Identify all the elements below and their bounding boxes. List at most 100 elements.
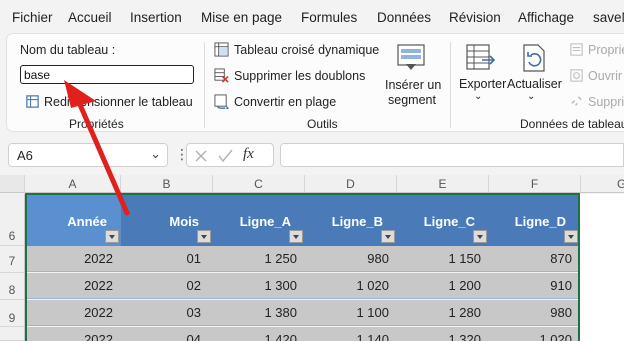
- menu-donnees[interactable]: Données: [377, 10, 431, 25]
- table-header-ligne-c[interactable]: Ligne_C: [397, 194, 489, 246]
- filter-dropdown-icon[interactable]: [105, 230, 119, 243]
- select-all-corner[interactable]: [0, 175, 25, 193]
- table-cell[interactable]: 1 420: [213, 327, 305, 341]
- header-label: Ligne_A: [239, 214, 291, 229]
- table-cell[interactable]: 02: [121, 273, 213, 299]
- unlink-icon: [571, 96, 582, 106]
- row-header-8[interactable]: 8: [0, 273, 25, 300]
- table-cell[interactable]: 1 300: [213, 273, 305, 299]
- column-header-b[interactable]: B: [121, 175, 213, 193]
- formula-controls: fx: [186, 143, 274, 167]
- table-header-ligne-d[interactable]: Ligne_D: [489, 194, 580, 246]
- unlink-button[interactable]: Suppri: [588, 95, 624, 109]
- menu-insertion[interactable]: Insertion: [130, 10, 182, 25]
- enter-check-icon[interactable]: [218, 149, 233, 163]
- remove-duplicates-icon: [214, 68, 229, 83]
- menu-affichage[interactable]: Affichage: [518, 10, 574, 25]
- refresh-button[interactable]: Actualiser: [507, 77, 562, 91]
- menu-fichier[interactable]: Fichier: [12, 10, 53, 25]
- header-label: Ligne_D: [514, 214, 566, 229]
- ribbon: Nom du tableau : Redimensionner le table…: [6, 33, 624, 132]
- menu-mise-en-page[interactable]: Mise en page: [201, 10, 282, 25]
- filter-dropdown-icon[interactable]: [289, 230, 303, 243]
- refresh-chevron-icon[interactable]: ⌄: [527, 91, 535, 102]
- table-header-ligne-b[interactable]: Ligne_B: [305, 194, 397, 246]
- export-chevron-icon[interactable]: ⌄: [474, 91, 482, 102]
- table-cell[interactable]: 01: [121, 246, 213, 272]
- row-header-9[interactable]: 9: [0, 300, 25, 327]
- header-label: Ligne_B: [331, 214, 383, 229]
- column-header-c[interactable]: C: [213, 175, 305, 193]
- column-header-e[interactable]: E: [397, 175, 489, 193]
- table-cell[interactable]: 1 150: [397, 246, 489, 272]
- table-name-input[interactable]: [20, 65, 194, 84]
- table-cell[interactable]: 1 140: [305, 327, 397, 341]
- export-icon: [466, 44, 496, 70]
- row-header-10[interactable]: [0, 327, 25, 341]
- table-cell[interactable]: 03: [121, 300, 213, 326]
- table-cell[interactable]: 1 020: [489, 327, 580, 341]
- table-cell[interactable]: 1 100: [305, 300, 397, 326]
- resize-table-button[interactable]: Redimensionner le tableau: [44, 95, 193, 109]
- pivot-table-button[interactable]: Tableau croisé dynamique: [234, 43, 379, 57]
- column-header-a[interactable]: A: [25, 175, 121, 193]
- properties-button[interactable]: Proprié: [588, 43, 624, 57]
- menu-formules[interactable]: Formules: [301, 10, 357, 25]
- table-cell[interactable]: 2022: [27, 246, 121, 272]
- refresh-icon: [523, 44, 545, 72]
- table-cell[interactable]: 2022: [27, 327, 121, 341]
- header-label: Année: [67, 214, 107, 229]
- filter-dropdown-icon[interactable]: [564, 230, 578, 243]
- chevron-down-icon[interactable]: ⌄: [150, 146, 161, 162]
- slicer-label-1[interactable]: Insérer un: [385, 78, 441, 92]
- slicer-label-2[interactable]: segment: [388, 93, 436, 107]
- table-name-label: Nom du tableau :: [20, 43, 116, 57]
- table-cell[interactable]: 1 280: [397, 300, 489, 326]
- column-header-g[interactable]: G: [581, 175, 624, 193]
- table-cell[interactable]: 870: [489, 246, 580, 272]
- formula-input[interactable]: [280, 143, 624, 167]
- header-label: Ligne_C: [423, 214, 475, 229]
- table-cell[interactable]: 2022: [27, 300, 121, 326]
- resize-table-icon: [26, 95, 39, 108]
- table-cell[interactable]: 910: [489, 273, 580, 299]
- table-cell[interactable]: 1 020: [305, 273, 397, 299]
- header-label: Mois: [169, 214, 199, 229]
- name-box[interactable]: A6 ⌄: [8, 143, 168, 167]
- filter-dropdown-icon[interactable]: [197, 230, 211, 243]
- table-cell[interactable]: 1 200: [397, 273, 489, 299]
- table-cell[interactable]: 1 250: [213, 246, 305, 272]
- column-header-d[interactable]: D: [305, 175, 397, 193]
- table-cell[interactable]: 980: [305, 246, 397, 272]
- menu-revision[interactable]: Révision: [449, 10, 501, 25]
- remove-duplicates-button[interactable]: Supprimer les doublons: [234, 69, 365, 83]
- table-cell[interactable]: 980: [489, 300, 580, 326]
- row-header-6[interactable]: 6: [0, 194, 25, 246]
- export-button[interactable]: Exporter: [459, 77, 506, 91]
- row-header-7[interactable]: 7: [0, 246, 25, 273]
- menu-bar: Fichier Accueil Insertion Mise en page F…: [0, 0, 624, 34]
- table-cell[interactable]: 1 380: [213, 300, 305, 326]
- open-browser-button[interactable]: Ouvrir: [588, 69, 622, 83]
- properties-group-label: Propriétés: [69, 117, 124, 131]
- cancel-icon[interactable]: [194, 149, 208, 163]
- table-cell[interactable]: 04: [121, 327, 213, 341]
- table-cell[interactable]: 1 320: [397, 327, 489, 341]
- table-header-mois[interactable]: Mois: [121, 194, 213, 246]
- convert-range-button[interactable]: Convertir en plage: [234, 95, 336, 109]
- filter-dropdown-icon[interactable]: [473, 230, 487, 243]
- table-header-annee[interactable]: Année: [27, 194, 121, 246]
- menu-accueil[interactable]: Accueil: [68, 10, 112, 25]
- menu-savem[interactable]: saveM: [593, 10, 624, 25]
- formula-bar: A6 ⌄ ⋮ fx: [0, 135, 624, 175]
- ribbon-separator: [450, 42, 451, 128]
- ribbon-separator: [204, 42, 205, 128]
- function-icon[interactable]: fx: [243, 146, 254, 163]
- properties-icon: [570, 43, 583, 56]
- column-header-f[interactable]: F: [489, 175, 581, 193]
- filter-dropdown-icon[interactable]: [381, 230, 395, 243]
- tools-group-label: Outils: [307, 117, 338, 131]
- column-g-cells[interactable]: [580, 194, 624, 341]
- table-cell[interactable]: 2022: [27, 273, 121, 299]
- table-header-ligne-a[interactable]: Ligne_A: [213, 194, 305, 246]
